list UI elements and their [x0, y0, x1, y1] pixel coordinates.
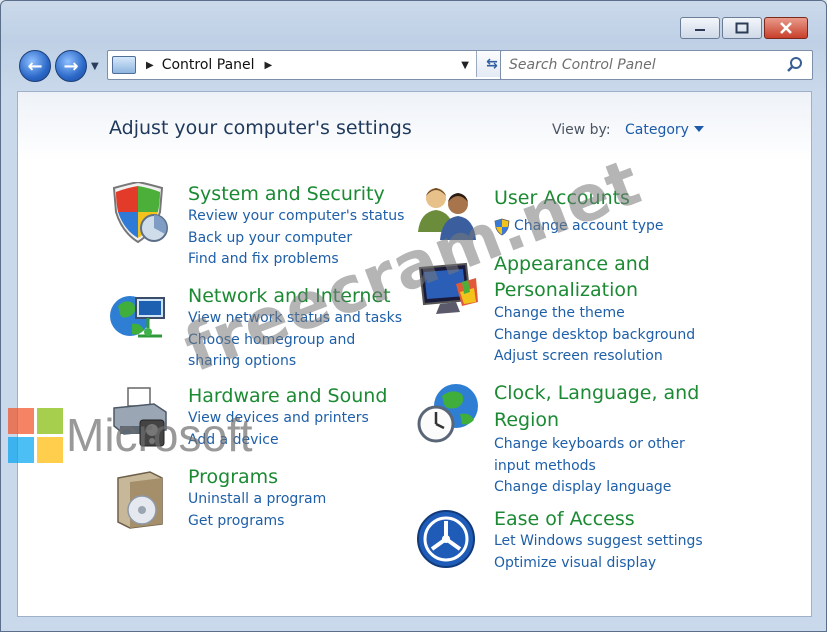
category-clock-language-region: Clock, Language, and Region Change keybo… [494, 380, 699, 499]
breadcrumb-control-panel[interactable]: Control Panel [162, 57, 255, 73]
back-arrow-icon: ← [27, 55, 43, 77]
category-title-line-1[interactable]: Clock, Language, and [494, 380, 699, 407]
link-change-display-language[interactable]: Change display language [494, 477, 699, 499]
category-title[interactable]: Hardware and Sound [188, 384, 387, 408]
link-review-status[interactable]: Review your computer's status [188, 206, 404, 228]
link-optimize-visual-display[interactable]: Optimize visual display [494, 553, 703, 575]
minimize-icon [695, 29, 705, 31]
appearance-monitor-icon[interactable] [416, 262, 480, 318]
address-dropdown-icon[interactable]: ▼ [461, 60, 469, 71]
link-windows-suggest-settings[interactable]: Let Windows suggest settings [494, 531, 703, 553]
page-title: Adjust your computer's settings [109, 117, 412, 139]
category-system-and-security: System and Security Review your computer… [188, 182, 404, 271]
refresh-icon: ⇆ [486, 56, 498, 72]
search-box[interactable] [500, 50, 813, 80]
category-title-line-2[interactable]: Region [494, 407, 699, 434]
close-button[interactable] [764, 17, 808, 39]
logo-square-yellow [37, 437, 63, 463]
view-by-label: View by: [552, 122, 611, 138]
maximize-button[interactable] [722, 17, 762, 39]
category-user-accounts: User Accounts Change account type [494, 186, 664, 238]
minimize-button[interactable] [680, 17, 720, 39]
shield-icon[interactable] [108, 182, 170, 244]
category-title-line-2[interactable]: Personalization [494, 277, 695, 303]
link-find-fix[interactable]: Find and fix problems [188, 249, 404, 271]
category-appearance-and-personalization: Appearance and Personalization Change th… [494, 251, 695, 368]
link-input-methods[interactable]: input methods [494, 456, 699, 478]
programs-box-icon[interactable] [114, 468, 166, 530]
change-account-type-row: Change account type [494, 216, 664, 238]
link-change-account-type[interactable]: Change account type [514, 216, 664, 238]
users-icon[interactable] [416, 184, 480, 242]
link-view-network-status[interactable]: View network status and tasks [188, 308, 402, 330]
network-globe-icon[interactable] [108, 288, 170, 348]
category-programs: Programs Uninstall a program Get program… [188, 465, 326, 532]
control-panel-icon [112, 56, 136, 74]
link-uninstall-program[interactable]: Uninstall a program [188, 489, 326, 511]
category-title[interactable]: Ease of Access [494, 507, 703, 531]
microsoft-logo-icon [8, 408, 64, 464]
link-change-desktop-background[interactable]: Change desktop background [494, 325, 695, 347]
link-change-theme[interactable]: Change the theme [494, 303, 695, 325]
control-panel-content: Adjust your computer's settings View by:… [17, 91, 812, 617]
search-icon[interactable] [786, 56, 804, 74]
link-sharing-options[interactable]: sharing options [188, 351, 402, 373]
microsoft-logo-text: Microsoft [66, 409, 253, 461]
logo-square-blue [8, 437, 34, 463]
link-change-keyboards[interactable]: Change keyboards or other [494, 434, 699, 456]
address-bar[interactable]: ▶ Control Panel ▶ ▼ ⇆ [107, 50, 508, 80]
link-back-up[interactable]: Back up your computer [188, 228, 404, 250]
category-ease-of-access: Ease of Access Let Windows suggest setti… [494, 507, 703, 574]
uac-shield-icon [494, 218, 510, 236]
category-title[interactable]: Programs [188, 465, 326, 489]
window-controls [680, 17, 808, 39]
view-by-dropdown[interactable]: Category [625, 122, 689, 138]
category-title-line-1[interactable]: Appearance and [494, 251, 695, 277]
maximize-icon [735, 22, 749, 34]
logo-square-green [37, 408, 63, 434]
category-title[interactable]: User Accounts [494, 186, 664, 210]
link-get-programs[interactable]: Get programs [188, 511, 326, 533]
category-title[interactable]: System and Security [188, 182, 404, 206]
close-icon [780, 22, 792, 34]
link-adjust-resolution[interactable]: Adjust screen resolution [494, 346, 695, 368]
clock-globe-icon[interactable] [416, 382, 480, 444]
back-button[interactable]: ← [19, 50, 51, 82]
forward-arrow-icon: → [63, 55, 79, 77]
recent-pages-dropdown[interactable]: ▼ [91, 61, 99, 72]
breadcrumb-separator-icon[interactable]: ▶ [146, 60, 154, 71]
link-choose-homegroup[interactable]: Choose homegroup and [188, 330, 402, 352]
navigation-bar: ← → ▼ ▶ Control Panel ▶ ▼ ⇆ [17, 47, 813, 83]
control-panel-window: ← → ▼ ▶ Control Panel ▶ ▼ ⇆ Adjust your … [0, 0, 827, 632]
category-network-and-internet: Network and Internet View network status… [188, 284, 402, 373]
logo-square-red [8, 408, 34, 434]
forward-button[interactable]: → [55, 50, 87, 82]
ease-of-access-icon[interactable] [416, 509, 476, 569]
breadcrumb-separator-icon[interactable]: ▶ [265, 60, 273, 71]
chevron-down-icon[interactable] [694, 126, 704, 132]
category-title[interactable]: Network and Internet [188, 284, 402, 308]
search-input[interactable] [507, 55, 781, 75]
